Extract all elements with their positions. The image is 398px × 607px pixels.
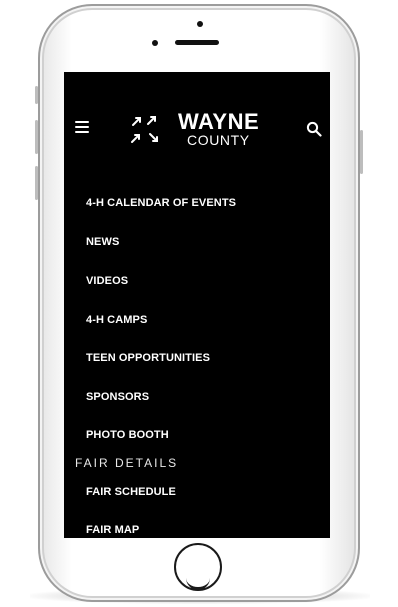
- search-icon[interactable]: [306, 121, 322, 137]
- phone-screen: WAYNE COUNTY 4-H CALENDAR OF EVENTS NEWS…: [64, 72, 330, 538]
- hamburger-icon[interactable]: [75, 121, 89, 133]
- nav-item-news[interactable]: NEWS: [86, 235, 119, 249]
- site-header: WAYNE COUNTY: [64, 72, 330, 184]
- front-camera: [197, 21, 203, 27]
- nav-item-fair-map[interactable]: FAIR MAP: [86, 523, 139, 537]
- nav-item-videos[interactable]: VIDEOS: [86, 274, 128, 288]
- nav-item-teen-opportunities[interactable]: TEEN OPPORTUNITIES: [86, 351, 210, 365]
- logo-subtitle: COUNTY: [187, 132, 250, 148]
- device-mockup: WAYNE COUNTY 4-H CALENDAR OF EVENTS NEWS…: [0, 0, 398, 607]
- section-heading-fair-details: FAIR DETAILS: [75, 456, 179, 470]
- power-button: [360, 130, 363, 174]
- nav-item-fair-schedule[interactable]: FAIR SCHEDULE: [86, 485, 176, 499]
- earpiece-speaker: [175, 40, 219, 45]
- nav-item-4h-camps[interactable]: 4-H CAMPS: [86, 313, 147, 327]
- home-button: [174, 543, 222, 591]
- wayne-county-logo[interactable]: WAYNE COUNTY: [126, 110, 276, 150]
- nav-item-4h-calendar[interactable]: 4-H CALENDAR OF EVENTS: [86, 196, 236, 210]
- logo-title: WAYNE: [178, 109, 260, 134]
- four-arrows-mark-icon: [131, 116, 158, 143]
- nav-item-photo-booth[interactable]: PHOTO BOOTH: [86, 428, 169, 442]
- nav-item-sponsors[interactable]: SPONSORS: [86, 390, 149, 404]
- proximity-sensor: [152, 40, 158, 46]
